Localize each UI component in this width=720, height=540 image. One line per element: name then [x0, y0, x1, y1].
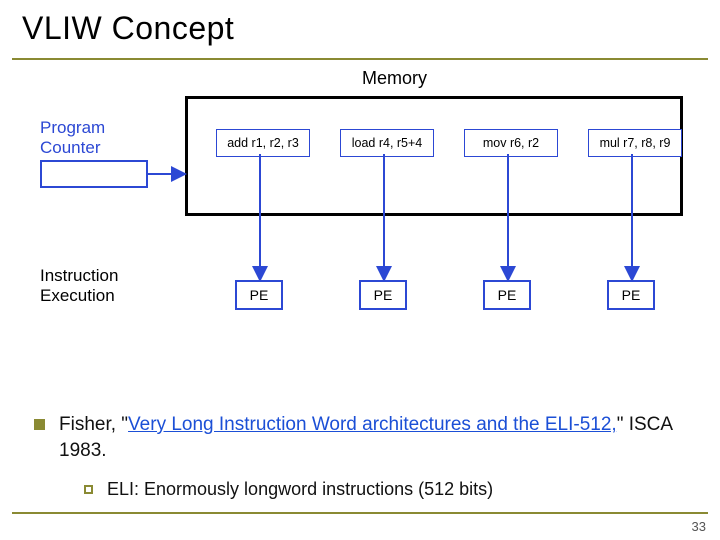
sub-bullet-text: ELI: Enormously longword instructions (5…: [107, 479, 493, 500]
slide-title: VLIW Concept: [22, 10, 234, 47]
citation-link[interactable]: Very Long Instruction Word architectures…: [128, 414, 617, 435]
footer-divider: [12, 512, 708, 514]
square-outline-bullet-icon: [84, 485, 93, 494]
square-bullet-icon: [34, 419, 45, 430]
instruction-word-box: add r1, r2, r3 load r4, r5+4 mov r6, r2 …: [185, 96, 683, 216]
bullet-text: Fisher, "Very Long Instruction Word arch…: [59, 412, 684, 463]
bullet-item: Fisher, "Very Long Instruction Word arch…: [34, 412, 684, 463]
pe-3: PE: [607, 280, 655, 310]
ie-label-line2: Execution: [40, 286, 115, 305]
vliw-slot-3: mul r7, r8, r9: [588, 129, 682, 157]
memory-label: Memory: [362, 68, 427, 89]
vliw-diagram: Memory Program Counter add r1, r2, r3 lo…: [0, 62, 720, 372]
program-counter-box: [40, 160, 148, 188]
pe-1: PE: [359, 280, 407, 310]
instruction-execution-label: Instruction Execution: [40, 266, 118, 306]
pe-2: PE: [483, 280, 531, 310]
vliw-slot-1: load r4, r5+4: [340, 129, 434, 157]
pe-0: PE: [235, 280, 283, 310]
page-number: 33: [692, 519, 706, 534]
vliw-slot-0: add r1, r2, r3: [216, 129, 310, 157]
sub-bullet-item: ELI: Enormously longword instructions (5…: [84, 479, 684, 500]
citation-prefix: Fisher, ": [59, 414, 128, 435]
ie-label-line1: Instruction: [40, 266, 118, 285]
pc-label-line1: Program: [40, 118, 105, 137]
pc-label-line2: Counter: [40, 138, 100, 157]
bullet-list: Fisher, "Very Long Instruction Word arch…: [34, 412, 684, 500]
vliw-slot-2: mov r6, r2: [464, 129, 558, 157]
title-divider: [12, 58, 708, 60]
program-counter-label: Program Counter: [40, 118, 105, 158]
